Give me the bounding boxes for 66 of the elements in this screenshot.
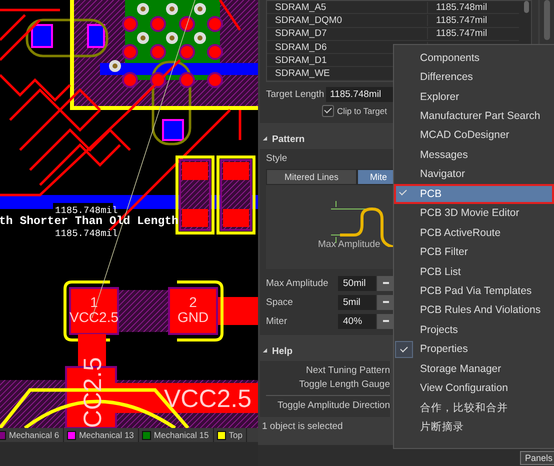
- checkbox[interactable]: [322, 105, 334, 117]
- panels-button[interactable]: Panels: [520, 451, 554, 465]
- section-title: Help: [272, 346, 293, 356]
- table-cell: SDRAM_A5: [267, 2, 428, 13]
- field-label: Space: [266, 296, 294, 308]
- table-cell-text: 1185.747mil: [435, 14, 488, 26]
- net-label: VCC2.5: [164, 385, 252, 413]
- menu-item[interactable]: View Configuration: [394, 378, 554, 398]
- scrollbar[interactable]: [544, 0, 550, 40]
- table-cell: SDRAM_DQM0: [267, 14, 428, 26]
- menu-item[interactable]: Properties: [394, 340, 554, 359]
- table-cell-text: 1185.748mil: [435, 2, 488, 13]
- minus-icon: [383, 301, 389, 303]
- layer-tab[interactable]: Top: [214, 428, 248, 442]
- expand-icon[interactable]: [262, 348, 270, 354]
- status-text: 1 object is selected: [262, 421, 343, 432]
- help-command: Toggle Amplitude Direction: [276, 399, 390, 413]
- menu-item[interactable]: MCAD CoDesigner: [394, 126, 554, 146]
- menu-item[interactable]: Navigator: [394, 164, 554, 184]
- menu-item[interactable]: PCB Filter: [394, 242, 554, 262]
- menu-item[interactable]: PCB ActiveRoute: [394, 222, 554, 242]
- field-label: Style: [266, 153, 288, 166]
- input-field[interactable]: 5mil: [338, 294, 376, 310]
- menu-item[interactable]: PCB List: [394, 262, 554, 282]
- style-tab[interactable]: Mitered Lines: [266, 169, 357, 185]
- section-title: Pattern: [272, 134, 305, 144]
- checkbox-label: Clip to Target: [337, 106, 387, 116]
- length-label: 1185.748mil: [55, 205, 118, 216]
- menu-item[interactable]: Messages: [394, 145, 554, 165]
- layer-tab[interactable]: Mechanical 15: [138, 428, 214, 442]
- menu-item[interactable]: Projects: [394, 320, 554, 340]
- help-command: Next Tuning Pattern: [305, 364, 390, 378]
- field-label: Max Amplitude: [266, 278, 330, 288]
- input-field[interactable]: 50mil: [338, 276, 376, 290]
- length-label: 1185.748mil: [55, 228, 118, 239]
- menu-item[interactable]: 片断摘录: [394, 417, 554, 437]
- scrollbar[interactable]: [524, 1, 529, 13]
- layer-label: Mechanical 13: [79, 430, 134, 440]
- pin-number: 1: [90, 294, 98, 310]
- menu-item[interactable]: PCB Pad Via Templates: [394, 281, 554, 301]
- layer-tab[interactable]: Mechanical 13: [64, 428, 139, 442]
- expand-icon[interactable]: [262, 136, 270, 142]
- layer-label: Mechanical 6: [9, 430, 60, 440]
- check-icon: [324, 106, 332, 114]
- menu-item[interactable]: PCB: [394, 184, 554, 204]
- menu-item[interactable]: Manufacturer Part Search: [394, 106, 554, 126]
- field-label: Miter: [266, 316, 288, 326]
- layer-tab[interactable]: Mechanical 6: [0, 428, 64, 442]
- field-label: Target Length: [266, 88, 326, 100]
- pin-number: 2: [189, 294, 197, 310]
- table-cell-text: 1185.747mil: [435, 28, 488, 40]
- menu-item[interactable]: Explorer: [394, 86, 554, 106]
- diagram-label: Max Amplitude: [318, 239, 380, 250]
- menu-item[interactable]: Storage Manager: [394, 359, 554, 378]
- layer-label: Mechanical 15: [154, 430, 209, 440]
- minus-icon: [383, 320, 389, 322]
- input-field[interactable]: 40%: [338, 314, 376, 328]
- menu-item[interactable]: PCB Rules And Violations: [394, 300, 554, 320]
- net-label: CC2.5: [79, 357, 107, 428]
- net-label: GND: [177, 309, 209, 325]
- minus-icon: [383, 282, 389, 284]
- help-command: Toggle Length Gauge: [298, 378, 390, 392]
- menu-item[interactable]: 合作，比较和合并: [394, 398, 554, 418]
- table-cell: SDRAM_D7: [267, 28, 428, 40]
- layer-label: Top: [228, 430, 242, 440]
- menu-item[interactable]: PCB 3D Movie Editor: [394, 204, 554, 223]
